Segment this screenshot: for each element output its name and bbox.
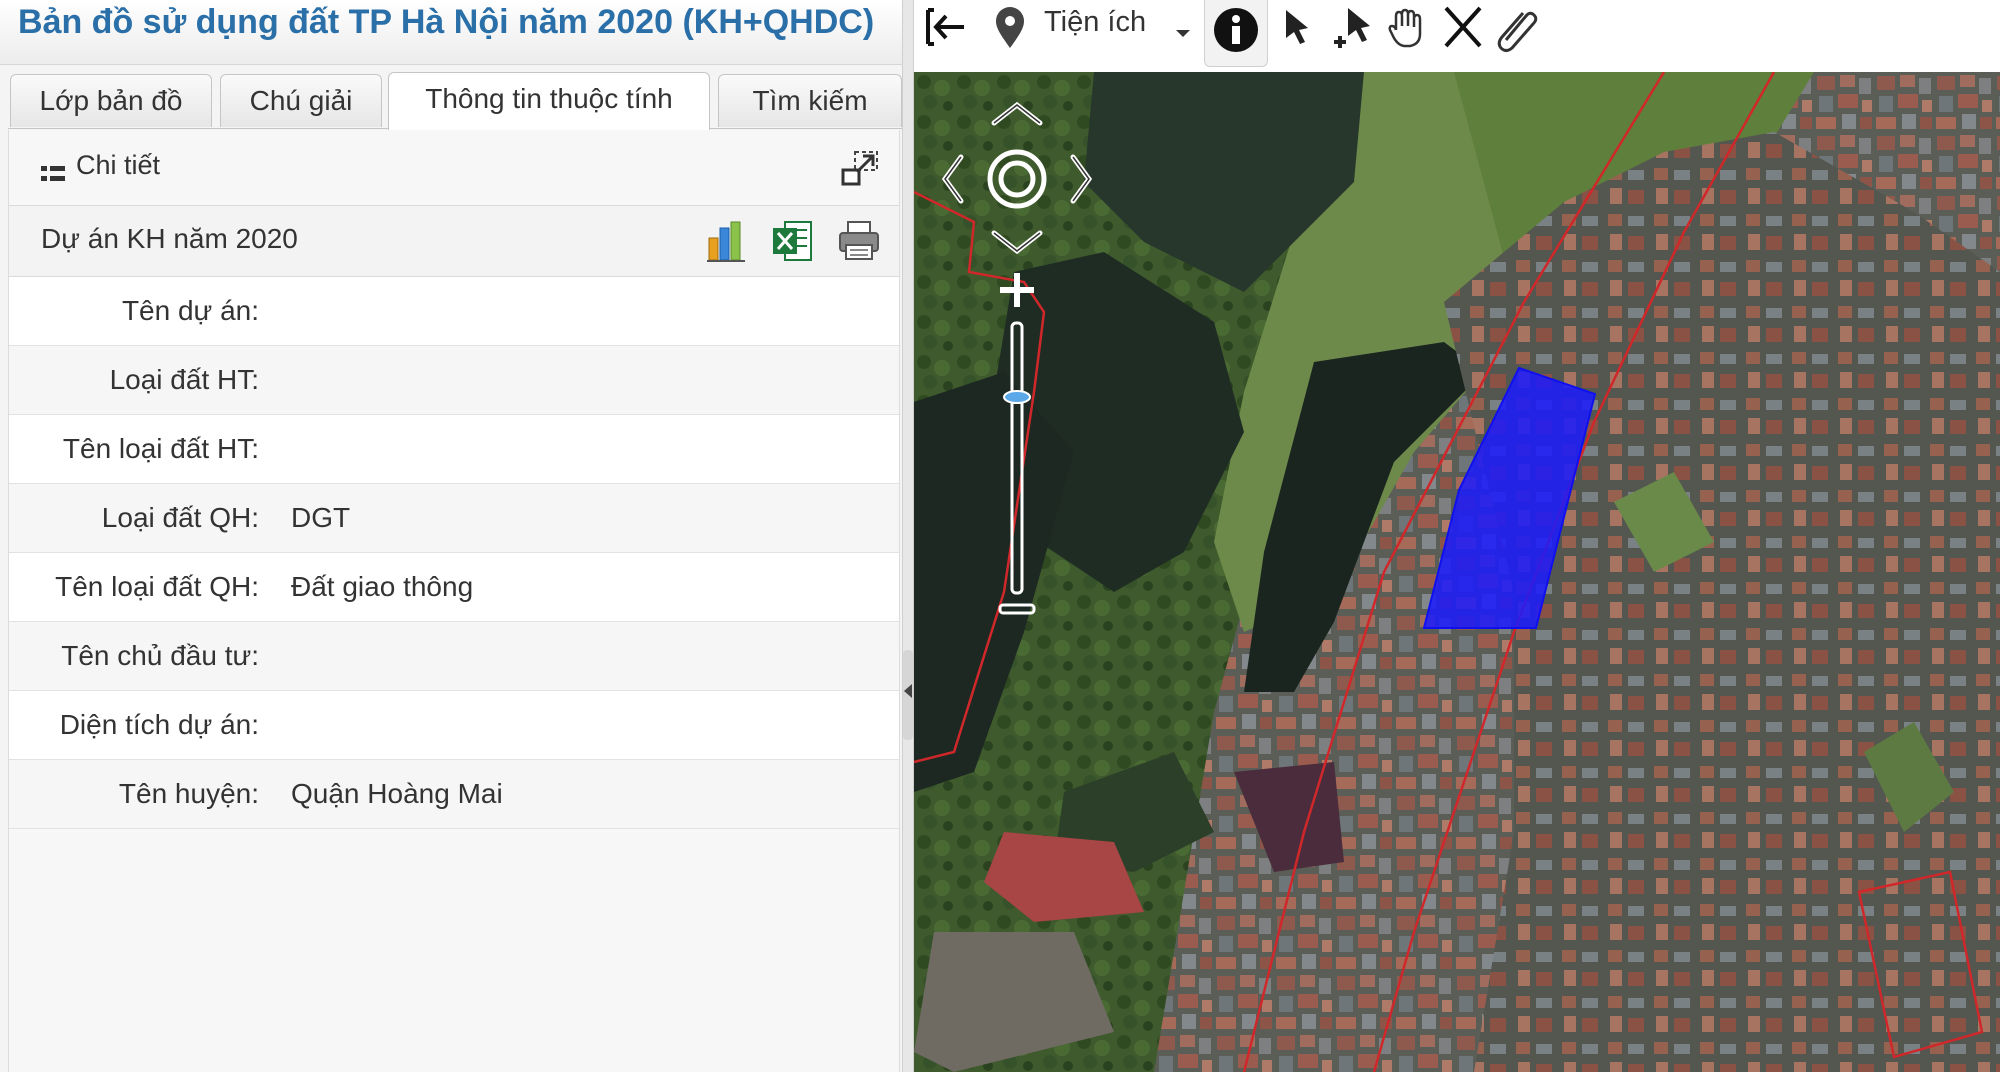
attr-value: Quận Hoàng Mai — [291, 778, 503, 809]
print-icon[interactable] — [837, 218, 881, 264]
pan-down-icon[interactable] — [991, 230, 1043, 255]
attribute-table: Tên dự án: Loại đất HT: Tên loại đất HT:… — [9, 277, 899, 829]
left-panel: Bản đồ sử dụng đất TP Hà Nội năm 2020 (K… — [0, 0, 902, 1072]
map-toolbar: Tiện ích — [914, 0, 2000, 73]
attr-label: Tên chủ đầu tư: — [61, 640, 259, 671]
attr-label: Loại đất HT: — [109, 364, 259, 395]
zoom-slider-track[interactable] — [1010, 321, 1024, 595]
attr-label: Diện tích dự án: — [59, 709, 259, 740]
map-pin-icon[interactable] — [988, 0, 1032, 56]
map-navigation-control — [941, 101, 1093, 615]
attr-row-ten-huyen: Tên huyện: Quận Hoàng Mai — [9, 760, 899, 829]
add-point-icon[interactable] — [1330, 0, 1380, 56]
attr-value: DGT — [291, 502, 351, 533]
zoom-out-icon[interactable] — [998, 603, 1036, 615]
pan-hand-icon[interactable] — [1384, 0, 1430, 56]
title-bar: Bản đồ sử dụng đất TP Hà Nội năm 2020 (K… — [0, 0, 902, 65]
info-button[interactable] — [1204, 0, 1268, 67]
clear-x-icon[interactable] — [1438, 0, 1488, 56]
panel-splitter[interactable] — [902, 0, 914, 1072]
attr-row-ten-loai-dat-qh: Tên loại đất QH: Đất giao thông — [9, 553, 899, 622]
pan-left-icon[interactable] — [941, 154, 964, 204]
attr-row-ten-chu-dau-tu: Tên chủ đầu tư: — [9, 622, 899, 691]
detail-label: Chi tiết — [76, 150, 161, 180]
tab-bar: Lớp bản đồ Chú giải Thông tin thuộc tính… — [8, 70, 902, 130]
attr-label: Tên dự án: — [121, 295, 259, 326]
attach-icon[interactable] — [1492, 0, 1542, 56]
excel-icon[interactable] — [771, 218, 815, 264]
chart-icon[interactable] — [705, 218, 749, 264]
pan-up-icon[interactable] — [991, 101, 1043, 126]
list-icon — [41, 164, 67, 186]
attr-label: Tên loại đất HT: — [62, 433, 259, 464]
tien-ich-menu[interactable]: Tiện ích — [1044, 6, 1146, 39]
tab-chu-giai[interactable]: Chú giải — [220, 74, 382, 127]
attr-row-ten-du-an: Tên dự án: — [9, 277, 899, 346]
pan-right-icon[interactable] — [1070, 154, 1093, 204]
tab-thong-tin-thuoc-tinh[interactable]: Thông tin thuộc tính — [388, 72, 710, 130]
attr-label: Tên loại đất QH: — [55, 571, 259, 602]
attr-label: Tên huyện: — [118, 778, 259, 809]
page-title: Bản đồ sử dụng đất TP Hà Nội năm 2020 (K… — [18, 3, 875, 41]
exit-icon[interactable] — [920, 0, 970, 56]
attr-row-loai-dat-ht: Loại đất HT: — [9, 346, 899, 415]
attr-row-dien-tich-du-an: Diện tích dự án: — [9, 691, 899, 760]
layer-title: Dự án KH năm 2020 — [41, 223, 298, 254]
dropdown-caret-icon[interactable] — [1172, 0, 1196, 56]
select-arrow-icon[interactable] — [1274, 0, 1320, 56]
zoom-in-icon[interactable] — [1000, 273, 1034, 307]
layer-header: Dự án KH năm 2020 — [9, 206, 899, 277]
map-view[interactable]: Tiện ích — [914, 0, 2000, 1072]
tab-lop-ban-do[interactable]: Lớp bản đồ — [10, 74, 212, 127]
attr-row-ten-loai-dat-ht: Tên loại đất HT: — [9, 415, 899, 484]
attr-row-loai-dat-qh: Loại đất QH: DGT — [9, 484, 899, 553]
attribute-panel: Chi tiết Dự án KH năm 2020 Tên dự án: Lo… — [8, 130, 900, 1072]
info-icon — [1214, 8, 1258, 52]
detail-bar: Chi tiết — [9, 130, 899, 206]
pan-center-icon[interactable] — [987, 149, 1047, 209]
attr-label: Loại đất QH: — [101, 502, 259, 533]
tab-tim-kiem[interactable]: Tìm kiếm — [718, 74, 902, 127]
collapse-arrow-icon[interactable] — [904, 684, 912, 698]
attr-value: Đất giao thông — [291, 571, 474, 602]
zoom-slider-thumb[interactable] — [1003, 390, 1031, 405]
expand-icon[interactable] — [841, 150, 879, 186]
